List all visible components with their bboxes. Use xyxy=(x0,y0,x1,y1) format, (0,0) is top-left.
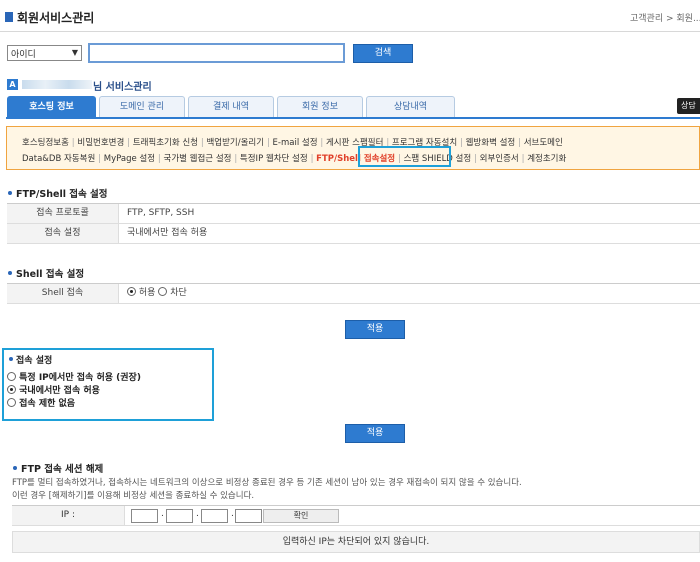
table-row: 접속 설정 국내에서만 접속 허용 xyxy=(7,224,700,244)
shell-allow-radio[interactable] xyxy=(127,287,136,296)
tab-domain[interactable]: 도메인 관리 xyxy=(99,96,185,118)
bullet-icon xyxy=(8,271,12,275)
row-label: 접속 설정 xyxy=(7,224,119,243)
breadcrumb[interactable]: 고객관리 > 회원... xyxy=(630,11,700,24)
search-input[interactable] xyxy=(88,43,345,63)
apply-button[interactable]: 적용 xyxy=(345,424,405,443)
access-option: 특정 IP에서만 접속 허용 (권장) xyxy=(7,370,141,383)
tab-member[interactable]: 회원 정보 xyxy=(277,96,363,118)
header-divider xyxy=(0,31,700,32)
submenu-item[interactable]: 백업받기/올리기 xyxy=(206,138,264,148)
page-title: 회원서비스관리 xyxy=(17,11,95,25)
submenu-item[interactable]: 특정IP 웹차단 설정 xyxy=(240,154,308,164)
tab-consult[interactable]: 상담내역 xyxy=(366,96,455,118)
shell-options: 허용 차단 xyxy=(121,284,187,303)
consult-button[interactable]: 상담 xyxy=(677,98,700,114)
tab-underline xyxy=(6,117,700,119)
row-label: 접속 프로토콜 xyxy=(7,204,119,223)
bullet-icon xyxy=(13,466,17,470)
row-value: 국내에서만 접속 허용 xyxy=(127,228,208,238)
session-title: FTP 접속 세션 해제 xyxy=(21,464,104,475)
bullet-icon xyxy=(8,191,12,195)
ip-dot: . xyxy=(161,509,164,519)
apply-button[interactable]: 적용 xyxy=(345,320,405,339)
ip-dot: . xyxy=(196,509,199,519)
ip-dot: . xyxy=(231,509,234,519)
access-option-label: 국내에서만 접속 허용 xyxy=(19,386,100,396)
active-submenu-highlight xyxy=(358,146,451,167)
submenu-item[interactable]: Data&DB 자동복원 xyxy=(22,154,95,164)
ip-row: IP : . . . 확인 xyxy=(12,505,700,526)
ip-status-message: 입력하신 IP는 차단되어 있지 않습니다. xyxy=(12,531,700,553)
submenu-item[interactable]: 외부인증서 xyxy=(480,154,519,164)
submenu-item[interactable]: 트래픽초기화 신청 xyxy=(133,138,198,148)
submenu-item[interactable]: E-mail 설정 xyxy=(273,138,318,148)
tab-hosting-info[interactable]: 호스팅 정보 xyxy=(7,96,96,118)
access-option-label: 접속 제한 없음 xyxy=(19,399,76,409)
submenu-item[interactable]: 웹방화벽 설정 xyxy=(466,138,516,148)
session-description: FTP를 멀티 접속하였거나, 접속하시는 네트워크의 이상으로 비정상 종료된… xyxy=(12,478,522,488)
ftp-shell-table: 접속 프로토콜 FTP, SFTP, SSH 접속 설정 국내에서만 접속 허용 xyxy=(7,203,700,245)
search-type-select[interactable]: 아이디 ▼ xyxy=(7,45,82,61)
submenu-item[interactable]: 국가별 웹접근 설정 xyxy=(164,154,232,164)
chevron-down-icon: ▼ xyxy=(71,48,78,57)
access-radio-domestic[interactable] xyxy=(7,385,16,394)
shell-table: Shell 접속 허용 차단 xyxy=(7,283,700,305)
user-badge-icon: A xyxy=(7,79,18,90)
shell-allow-label: 허용 xyxy=(138,288,156,298)
search-button[interactable]: 검색 xyxy=(353,44,413,63)
ftp-shell-title: FTP/Shell 접속 설정 xyxy=(16,189,108,200)
table-row: Shell 접속 허용 차단 xyxy=(7,284,700,304)
ip-octet-1-input[interactable] xyxy=(131,509,158,523)
bullet-icon xyxy=(9,357,13,361)
access-option: 접속 제한 없음 xyxy=(7,396,75,409)
user-service-title: 님 서비스관리 xyxy=(93,82,152,93)
access-settings-title: 접속 설정 xyxy=(16,356,53,366)
shell-block-label: 차단 xyxy=(170,288,187,298)
submenu-row-2: Data&DB 자동복원 | MyPage 설정 | 국가별 웹접근 설정 | … xyxy=(22,152,566,164)
access-radio-ip[interactable] xyxy=(7,372,16,381)
search-type-value: 아이디 xyxy=(11,50,36,60)
ip-octet-4-input[interactable] xyxy=(235,509,262,523)
submenu-row-1: 호스팅정보홈 | 비밀번호변경 | 트래픽초기화 신청 | 백업받기/올리기 |… xyxy=(22,136,563,148)
tab-payment[interactable]: 결제 내역 xyxy=(188,96,274,118)
title-icon xyxy=(5,12,13,22)
access-option: 국내에서만 접속 허용 xyxy=(7,383,100,396)
user-id-blurred xyxy=(22,80,92,89)
submenu-item[interactable]: 계정초기화 xyxy=(527,154,566,164)
shell-title: Shell 접속 설정 xyxy=(16,269,85,280)
submenu-item[interactable]: 비밀번호변경 xyxy=(77,138,124,148)
submenu-item[interactable]: 서브도메인 xyxy=(524,138,563,148)
row-value: FTP, SFTP, SSH xyxy=(127,208,195,218)
access-option-label: 특정 IP에서만 접속 허용 (권장) xyxy=(19,373,141,383)
ip-octet-2-input[interactable] xyxy=(166,509,193,523)
shell-block-radio[interactable] xyxy=(158,287,168,296)
submenu-item[interactable]: MyPage 설정 xyxy=(104,154,155,164)
row-label: Shell 접속 xyxy=(7,284,119,303)
ip-label: IP : xyxy=(12,506,125,525)
access-radio-none[interactable] xyxy=(7,398,16,407)
confirm-button[interactable]: 확인 xyxy=(263,509,339,523)
table-row: 접속 프로토콜 FTP, SFTP, SSH xyxy=(7,204,700,224)
session-description: 이런 경우 [해제하기]를 이용해 비정상 세션을 종료하실 수 있습니다. xyxy=(12,491,255,501)
submenu-item[interactable]: 호스팅정보홈 xyxy=(22,138,69,148)
ip-octet-3-input[interactable] xyxy=(201,509,228,523)
